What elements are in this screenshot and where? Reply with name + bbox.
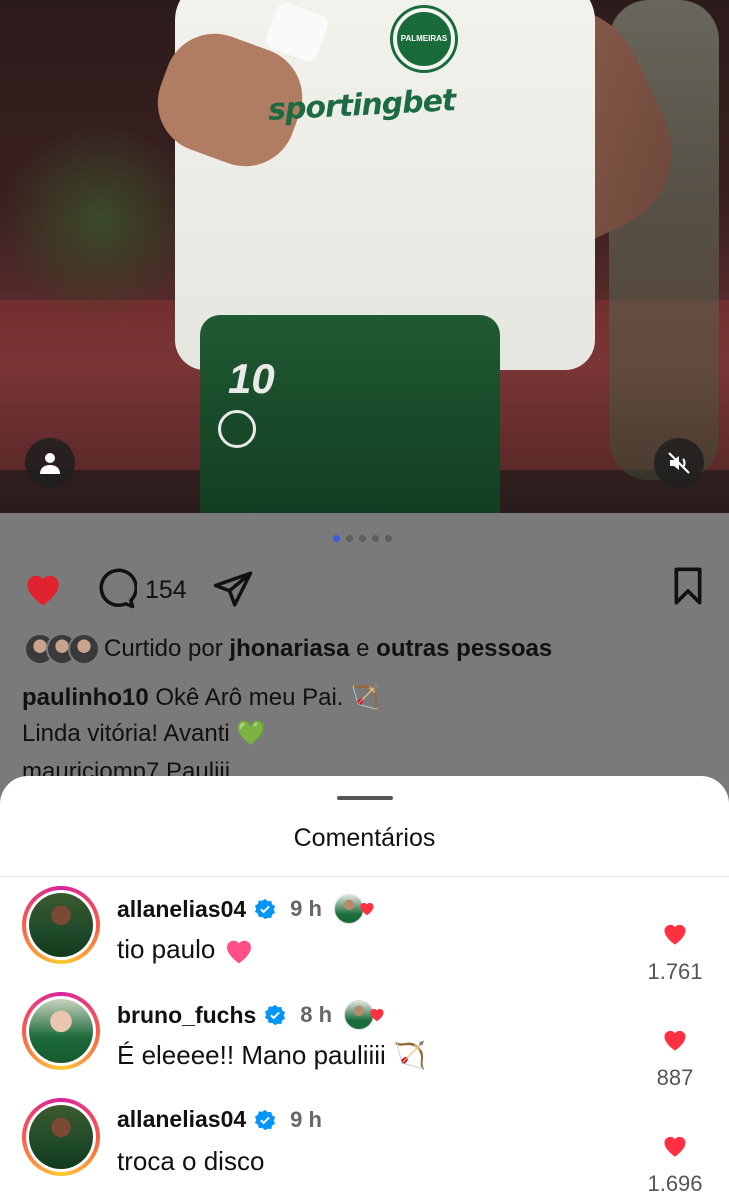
player-shorts: 10 [200, 315, 500, 513]
save-button[interactable] [668, 566, 708, 611]
comment-item: allanelias04 9 h troca o disco 1.696 [0, 1098, 729, 1200]
avatar-image [29, 999, 93, 1063]
avatar[interactable] [22, 886, 100, 964]
liked-by-prefix: Curtido por [104, 635, 223, 662]
comment-text-row: tio paulo [117, 934, 255, 965]
verified-badge-icon [255, 898, 276, 920]
verified-badge-icon [265, 1004, 286, 1026]
sheet-title: Comentários [293, 824, 436, 852]
avatar-image [29, 893, 93, 957]
comment-item: bruno_fuchs 8 h É eleeee!! Mano pauliiii… [0, 992, 729, 1098]
comment-text: É eleeee!! Mano pauliiii [117, 1040, 386, 1070]
bow-and-arrow-icon: 🏹 [350, 684, 381, 711]
avatar[interactable] [22, 1098, 100, 1176]
post-photo[interactable]: PALMEIRAS sportingbet 10 [0, 0, 729, 513]
heart-icon[interactable] [661, 1132, 689, 1158]
green-heart-icon: 💚 [236, 720, 267, 747]
like-count: 1.761 [647, 959, 703, 984]
club-crest: PALMEIRAS [393, 8, 455, 70]
heart-icon [27, 575, 59, 606]
liked-by-others[interactable]: outras pessoas [376, 635, 552, 663]
heart-icon [370, 1008, 384, 1022]
comment-author[interactable]: allanelias04 9 h [117, 894, 384, 924]
heart-icon[interactable] [661, 920, 689, 946]
liked-by-creator [344, 1000, 394, 1030]
comment-text-row: troca o disco [117, 1146, 264, 1177]
like-count: 887 [656, 1065, 694, 1090]
comment-time: 9 h [290, 1106, 322, 1132]
comment-time: 9 h [290, 896, 322, 921]
post-caption: paulinho10 Okê Arô meu Pai. 🏹 Linda vitó… [22, 680, 380, 752]
post-actions: 154 [22, 566, 712, 614]
comment-author[interactable]: allanelias04 9 h [117, 1106, 322, 1133]
comment-username[interactable]: bruno_fuchs [117, 1002, 256, 1029]
comment-username[interactable]: allanelias04 [117, 1106, 246, 1133]
comment-author[interactable]: bruno_fuchs 8 h [117, 1000, 394, 1030]
avatar [68, 633, 100, 665]
caption-line-1: Okê Arô meu Pai. [155, 684, 344, 711]
liked-by-user[interactable]: jhonariasa [229, 635, 349, 663]
carousel-dot [385, 535, 392, 542]
carousel-dot [372, 535, 379, 542]
comment-like[interactable]: 1.696 [643, 1132, 707, 1197]
heart-icon[interactable] [661, 1026, 689, 1052]
crest-text: PALMEIRAS [400, 34, 448, 43]
comment-like[interactable]: 1.761 [643, 920, 707, 985]
paper-plane-icon [213, 571, 253, 607]
comment-item: allanelias04 9 h tio paulo 1.761 [0, 886, 729, 992]
comment-time: 8 h [300, 1002, 333, 1027]
like-button[interactable] [22, 568, 64, 613]
shorts-number: 10 [228, 355, 275, 402]
avatar[interactable] [22, 992, 100, 1070]
share-button[interactable] [212, 568, 254, 615]
mute-button[interactable] [654, 438, 704, 488]
comment-bubble-icon [99, 568, 138, 609]
liked-by-joiner: e [356, 635, 370, 662]
comment-button[interactable] [95, 568, 138, 615]
like-count: 1.696 [647, 1171, 703, 1196]
user-tag-icon [40, 453, 60, 474]
bow-and-arrow-icon: 🏹 [393, 1040, 427, 1070]
comment-text: troca o disco [117, 1146, 265, 1176]
sheet-drag-handle[interactable] [337, 796, 393, 800]
comment-text: tio paulo [117, 934, 216, 964]
liked-by-avatars [24, 633, 100, 665]
user-tag-button[interactable] [25, 438, 75, 488]
avatar-image [29, 1105, 93, 1169]
carousel-dot [359, 535, 366, 542]
comment-username[interactable]: allanelias04 [117, 896, 246, 923]
background-blur [0, 120, 200, 320]
bookmark-icon [674, 567, 702, 605]
comment-like[interactable]: 887 [643, 1026, 707, 1091]
liked-by-creator [333, 894, 384, 924]
caption-username[interactable]: paulinho10 [22, 684, 149, 711]
comment-count: 154 [145, 576, 187, 604]
carousel-dot [333, 535, 340, 542]
comment-text-row: É eleeee!! Mano pauliiii 🏹 [117, 1040, 426, 1071]
carousel-dots [333, 535, 392, 542]
liked-by[interactable]: Curtido por jhonariasa e outras pessoas [24, 633, 552, 665]
shorts-badge [218, 410, 256, 448]
carousel-dot [346, 535, 353, 542]
speaker-muted-icon [668, 452, 690, 474]
caption-line-2: Linda vitória! Avanti [22, 720, 230, 747]
pink-heart-icon [227, 940, 252, 963]
verified-badge-icon [255, 1109, 276, 1130]
heart-icon [360, 902, 374, 916]
comments-sheet: Comentários allanelias04 9 h tio paulo 1… [0, 776, 729, 1200]
divider [0, 876, 729, 877]
